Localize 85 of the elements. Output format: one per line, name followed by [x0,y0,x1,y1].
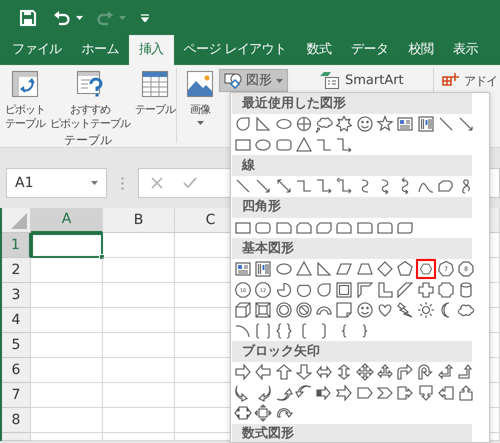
no-symbol-icon[interactable] [294,300,314,320]
ribbon-tab[interactable]: データ [341,35,398,65]
half-frame-icon[interactable] [354,280,375,300]
plaque-icon[interactable] [436,280,456,300]
smiley-icon[interactable] [354,114,375,134]
section-header: 四角形 [232,196,472,218]
right-arrow-icon[interactable] [233,362,253,382]
shapes-dropdown[interactable]: 図形 [219,69,288,92]
caret-icon[interactable] [196,121,204,125]
caret-icon[interactable] [91,181,98,185]
smiley-icon[interactable] [354,300,375,320]
undo-icon[interactable] [53,10,71,26]
notched-arrow-icon[interactable] [334,382,354,402]
column-header[interactable]: B [103,208,175,233]
ribbon-button[interactable]: テーブル [134,68,176,119]
down-arrow-icon[interactable] [294,362,314,382]
recommended-table-icon [76,70,104,98]
left-up-arrow-icon[interactable] [436,362,456,382]
diagonal-stripe-icon[interactable] [395,280,416,300]
section-header: 線 [232,155,472,176]
section-header: 数式図形 [232,424,472,442]
caret-icon[interactable] [76,16,83,20]
arrow-callout-icon[interactable] [253,403,274,423]
ribbon-tab[interactable]: 数式 [296,35,342,65]
active-cell[interactable] [31,233,103,258]
row-header[interactable]: 1 [2,233,31,258]
ribbon-tab[interactable]: 校閲 [398,35,444,65]
donut-icon[interactable] [274,300,294,320]
ribbon-button[interactable]: 画像 [185,68,215,132]
shapes-icon [224,72,242,88]
ribbon-tab[interactable]: 挿入 [128,35,174,65]
pivot-table-icon [11,70,39,98]
cell [31,283,103,308]
ribbon-tab[interactable]: ファイル [2,35,72,65]
bent-arrow-icon[interactable] [395,362,416,382]
vertical-text-box-icon[interactable] [416,114,436,134]
smartart-icon [319,72,341,90]
frame-icon[interactable] [334,280,354,300]
ribbon-tab[interactable]: 表示 [443,35,488,65]
vertical-text-box-icon[interactable] [253,259,274,279]
up-arrow-icon[interactable] [274,362,294,382]
save-icon[interactable] [20,10,36,26]
bevel-icon[interactable] [253,300,274,320]
column-header[interactable]: A [31,208,103,233]
cross-icon[interactable] [416,280,436,300]
customize-icon[interactable] [141,14,149,22]
cell [31,308,103,333]
cell [31,358,103,383]
row-header[interactable]: 7 [2,383,31,408]
section-header: 最近使用した図形 [232,93,472,114]
cell [31,258,103,283]
cell [31,408,103,433]
row-header[interactable]: 5 [2,333,31,358]
row-header[interactable]: 2 [2,258,31,283]
row-header[interactable]: 6 [2,358,31,383]
diamond-icon[interactable] [375,259,396,279]
ribbon-button[interactable]: おすすめ ピボットテーブル [49,68,131,133]
cube-icon[interactable] [233,300,253,320]
cell [31,333,103,358]
ribbon-tab[interactable]: ページ レイアウト [174,35,296,65]
ribbon-button[interactable]: アドイ [439,69,500,92]
ribbon-button[interactable]: ピボット テーブル [4,68,46,133]
triangle-icon[interactable] [294,134,314,154]
row-header[interactable]: 4 [2,308,31,333]
section-header: 基本図形 [232,238,472,259]
row-header[interactable]: 8 [2,408,31,433]
star-icon[interactable] [375,114,396,134]
ribbon-tab[interactable]: ホーム [72,35,129,65]
cell [31,383,103,408]
name-box[interactable]: A1 [6,168,107,198]
quad-arrow-icon[interactable] [354,362,375,382]
star-icon[interactable] [334,114,354,134]
folded-corner-icon[interactable] [334,300,354,320]
picture-icon [186,70,214,98]
section-header: ブロック矢印 [232,341,472,362]
drag-handle-icon[interactable] [121,176,124,190]
left-arrow-icon[interactable] [253,362,274,382]
caret-icon[interactable] [276,78,283,82]
sun-icon[interactable] [416,300,436,320]
double-brace-icon[interactable] [274,320,294,340]
group-label: テーブル [63,133,113,147]
table-icon [141,70,169,98]
corner-triangle-icon [11,213,27,229]
row-header[interactable]: 3 [2,283,31,308]
ribbon-button[interactable]: SmartArt [314,69,409,92]
